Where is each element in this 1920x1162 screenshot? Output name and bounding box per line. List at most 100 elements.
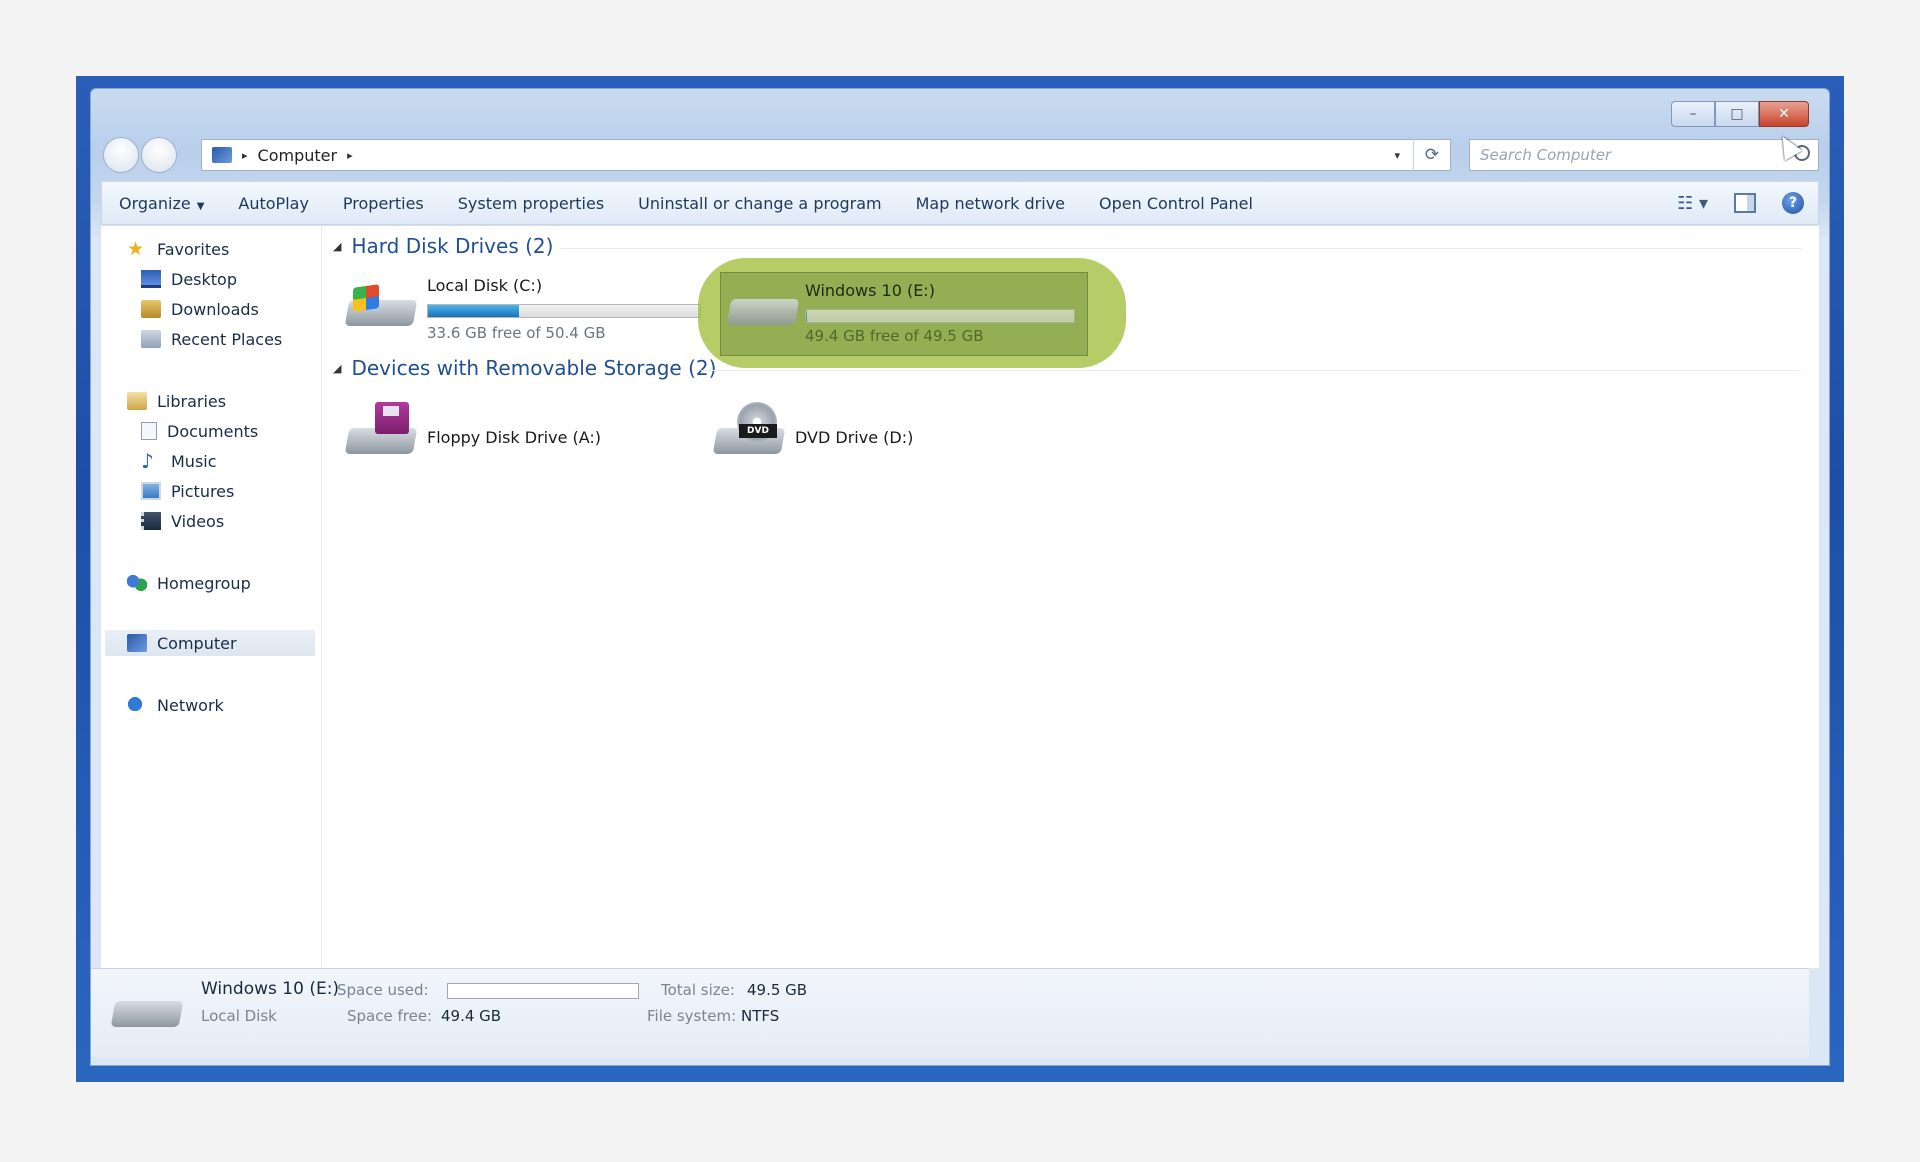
drive-floppy-a[interactable]: Floppy Disk Drive (A:): [344, 402, 647, 468]
sidebar-item-favorites[interactable]: ★ Favorites: [127, 236, 229, 262]
sidebar-label: Documents: [167, 421, 259, 441]
group-header-removable[interactable]: ◢ Devices with Removable Storage (2): [333, 356, 716, 380]
autoplay-button[interactable]: AutoPlay: [221, 194, 326, 213]
group-title: Devices with Removable Storage (2): [351, 356, 717, 380]
floppy-disk-icon: [375, 402, 409, 434]
drive-free-space: 49.4 GB free of 49.5 GB: [805, 327, 984, 345]
network-icon: [127, 696, 147, 714]
search-input[interactable]: Search Computer: [1469, 139, 1819, 171]
space-free-value: 49.4 GB: [441, 1007, 502, 1025]
sidebar-item-desktop[interactable]: Desktop: [141, 266, 237, 292]
navigation-buttons: [103, 137, 177, 173]
sidebar-label: Pictures: [171, 481, 235, 501]
maximize-button[interactable]: □: [1715, 101, 1759, 127]
uninstall-program-button[interactable]: Uninstall or change a program: [621, 194, 898, 213]
organize-button[interactable]: Organize ▼: [102, 194, 221, 213]
sidebar-label: Homegroup: [157, 573, 251, 593]
space-used-bar: [447, 983, 639, 999]
forward-button[interactable]: [141, 137, 177, 173]
music-icon: ♪: [141, 449, 154, 473]
sidebar-item-homegroup[interactable]: Homegroup: [127, 570, 251, 596]
hdd-body: [726, 299, 800, 325]
drive-usage-bar: [427, 304, 701, 318]
drive-usage-fill: [806, 310, 807, 322]
drive-free-space: 33.6 GB free of 50.4 GB: [427, 324, 606, 342]
search-placeholder: Search Computer: [1480, 146, 1612, 164]
minimize-button[interactable]: –: [1671, 101, 1715, 127]
dvd-label: DVD: [739, 424, 777, 438]
file-system-label: File system:: [647, 1007, 737, 1025]
sidebar-item-network[interactable]: Network: [127, 692, 224, 718]
drive-local-disk-c[interactable]: Local Disk (C:) 33.6 GB free of 50.4 GB: [344, 276, 707, 346]
group-divider: [561, 248, 1801, 249]
recent-places-icon: [141, 330, 161, 348]
sidebar-label: Videos: [171, 511, 225, 531]
system-properties-button[interactable]: System properties: [441, 194, 621, 213]
sidebar-item-documents[interactable]: Documents: [141, 418, 258, 444]
hdd-body: [110, 1001, 184, 1027]
floppy-drive-icon: [344, 402, 418, 462]
properties-button[interactable]: Properties: [326, 194, 441, 213]
hard-drive-icon: [344, 284, 418, 330]
computer-icon: [127, 634, 147, 652]
change-view-icon[interactable]: ☷ ▾: [1677, 193, 1708, 214]
drive-name: DVD Drive (D:): [795, 428, 914, 447]
view-tools: ☷ ▾ ?: [1677, 192, 1804, 214]
drive-usage-bar: [805, 309, 1075, 323]
close-button[interactable]: ✕: [1759, 101, 1809, 127]
drive-name: Local Disk (C:): [427, 276, 543, 295]
window-controls: – □ ✕: [1671, 101, 1809, 127]
details-pane: Windows 10 (E:) Local Disk Space used: S…: [91, 968, 1809, 1057]
sidebar-label: Downloads: [171, 299, 259, 319]
breadcrumb-separator[interactable]: ▸: [347, 149, 353, 162]
address-bar[interactable]: ▸ Computer ▸ ▾ ⟳: [201, 139, 1451, 171]
open-control-panel-button[interactable]: Open Control Panel: [1082, 194, 1270, 213]
space-free-label: Space free:: [347, 1007, 433, 1025]
sidebar-label: Favorites: [157, 239, 230, 259]
videos-icon: [141, 512, 161, 530]
preview-pane-icon[interactable]: [1734, 193, 1756, 213]
pictures-icon: [141, 482, 161, 500]
sidebar-item-music[interactable]: ♪ Music: [141, 448, 217, 474]
explorer-window: – □ ✕ ▸ Computer ▸ ▾ ⟳ Search Computer O…: [90, 88, 1830, 1066]
drive-name: Windows 10 (E:): [805, 281, 935, 300]
collapse-triangle-icon[interactable]: ◢: [333, 362, 341, 375]
hard-drive-icon: [726, 285, 800, 329]
navigation-pane: ★ Favorites Desktop Downloads Recent Pla…: [101, 226, 322, 968]
drive-usage-fill: [428, 305, 519, 317]
sidebar-label: Recent Places: [171, 329, 283, 349]
group-header-hard-disks[interactable]: ◢ Hard Disk Drives (2): [333, 234, 553, 258]
desktop-icon: [141, 270, 161, 288]
total-size-label: Total size:: [661, 981, 735, 999]
collapse-triangle-icon[interactable]: ◢: [333, 240, 341, 253]
group-divider: [701, 370, 1801, 371]
refresh-icon[interactable]: ⟳: [1413, 139, 1450, 171]
sidebar-label: Network: [157, 695, 224, 715]
breadcrumb-computer[interactable]: Computer: [258, 146, 338, 165]
map-network-drive-button[interactable]: Map network drive: [899, 194, 1082, 213]
windows-logo-icon: [353, 284, 379, 312]
breadcrumb-separator[interactable]: ▸: [242, 149, 248, 162]
organize-label: Organize: [119, 193, 191, 213]
star-icon: ★: [127, 238, 145, 260]
drive-windows-10-e[interactable]: Windows 10 (E:) 49.4 GB free of 49.5 GB: [720, 272, 1088, 356]
chevron-down-icon: ▼: [196, 200, 205, 212]
back-button[interactable]: [103, 137, 139, 173]
sidebar-item-downloads[interactable]: Downloads: [141, 296, 259, 322]
group-title: Hard Disk Drives (2): [351, 234, 554, 258]
sidebar-item-recent-places[interactable]: Recent Places: [141, 326, 282, 352]
libraries-icon: [127, 392, 147, 410]
sidebar-item-computer[interactable]: Computer: [105, 630, 315, 656]
sidebar-item-libraries[interactable]: Libraries: [127, 388, 226, 414]
hard-drive-icon: [110, 987, 184, 1031]
sidebar-label: Music: [171, 451, 217, 471]
help-icon[interactable]: ?: [1782, 192, 1804, 214]
drive-dvd-d[interactable]: DVD DVD Drive (D:): [712, 402, 1015, 468]
address-dropdown-icon[interactable]: ▾: [1394, 149, 1400, 162]
sidebar-item-videos[interactable]: Videos: [141, 508, 224, 534]
command-bar: Organize ▼ AutoPlay Properties System pro…: [101, 181, 1819, 225]
homegroup-icon: [127, 574, 147, 592]
sidebar-item-pictures[interactable]: Pictures: [141, 478, 234, 504]
computer-icon: [212, 147, 232, 163]
details-drive-name: Windows 10 (E:): [201, 979, 340, 999]
